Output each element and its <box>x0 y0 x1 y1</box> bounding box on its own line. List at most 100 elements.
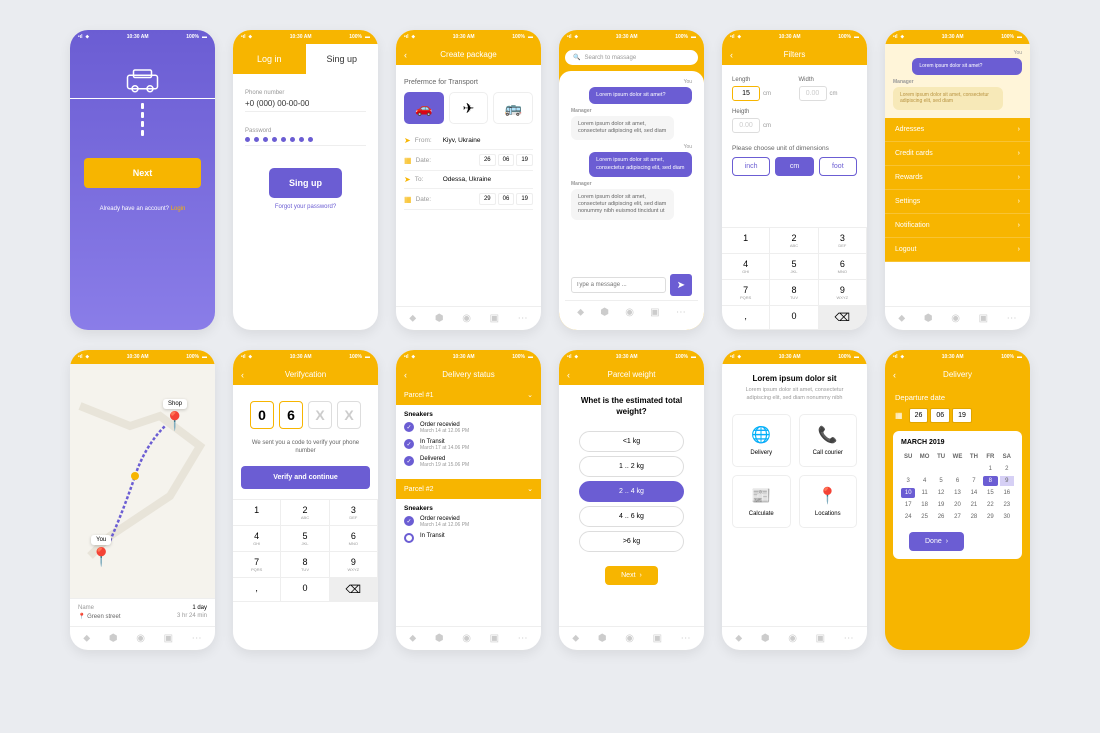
key-9[interactable]: 9WXYZ <box>330 552 378 578</box>
transport-label: Prefermce for Transport <box>404 79 533 86</box>
to-field[interactable]: ➤To:Odessa, Ukraine <box>404 171 533 189</box>
unit-foot[interactable]: foot <box>819 157 857 176</box>
send-button[interactable]: ➤ <box>670 274 692 296</box>
menu-item[interactable]: Rewards› <box>885 166 1030 190</box>
key-3[interactable]: 3DEF <box>330 500 378 526</box>
date-from-field[interactable]: ▦Date:260619 <box>404 150 533 171</box>
unit-inch[interactable]: inch <box>732 157 770 176</box>
key-0[interactable]: 0 <box>281 578 329 602</box>
key-7[interactable]: 7PQRS <box>722 280 770 306</box>
key-7[interactable]: 7PQRS <box>233 552 281 578</box>
action-calculate[interactable]: 📰Calculate <box>732 475 791 528</box>
route-info: Name📍 Green street 1 day3 hr 24 min <box>70 598 215 626</box>
header: ‹Verifycation <box>233 364 378 385</box>
signup-button[interactable]: Sing up <box>269 168 342 198</box>
phone-field[interactable]: Phone number +0 (000) 00-00-00 <box>245 90 366 112</box>
key-5[interactable]: 5JKL <box>281 526 329 552</box>
menu-item[interactable]: Logout› <box>885 238 1030 262</box>
unit-cm[interactable]: cm <box>775 157 813 176</box>
next-button[interactable]: Next <box>84 158 201 188</box>
key-8[interactable]: 8TUV <box>770 280 818 306</box>
height-input[interactable]: cm <box>732 118 857 133</box>
header: ‹Create package <box>396 44 541 65</box>
shop-label: Shop <box>163 399 187 409</box>
timeline-item: ✓Order receviedMarch 14 at 12.06 PM <box>404 516 533 528</box>
status-bar: •ıl⬥10:30 AM100%▬ <box>885 350 1030 364</box>
nav-more-icon[interactable]: ⋯ <box>518 313 528 324</box>
back-icon[interactable]: ‹ <box>404 370 407 380</box>
date-to-field[interactable]: ▦Date:290619 <box>404 189 533 210</box>
menu-item[interactable]: Settings› <box>885 190 1030 214</box>
key-6[interactable]: 6MNO <box>330 526 378 552</box>
transport-plane[interactable]: ✈ <box>449 92 489 124</box>
code-input[interactable]: 0 6 X X <box>233 401 378 429</box>
key-,[interactable]: , <box>233 578 281 602</box>
width-input[interactable]: cm <box>799 86 858 101</box>
key-0[interactable]: 0 <box>770 306 818 330</box>
length-input[interactable]: cm <box>732 86 791 101</box>
message-input[interactable] <box>571 277 666 293</box>
forgot-link[interactable]: Forgot your password? <box>241 204 370 210</box>
auth-tabs: Log in Sing up <box>233 44 378 74</box>
nav-bag-icon[interactable]: ⬢ <box>435 313 444 324</box>
parcel-header[interactable]: Parcel #1⌄ <box>396 385 541 405</box>
key-5[interactable]: 5JKL <box>770 254 818 280</box>
key-8[interactable]: 8TUV <box>281 552 329 578</box>
you-pin-icon: 📍 <box>90 547 112 568</box>
calendar[interactable]: MARCH 2019 SUMOTUWETHFRSA123456789101112… <box>893 431 1022 559</box>
chat-bubble: Lorem ipsum dolor sit amet, consectetur … <box>893 87 1003 110</box>
backspace-key[interactable]: ⌫ <box>330 578 378 602</box>
weight-option[interactable]: >6 kg <box>579 531 684 552</box>
weight-option[interactable]: <1 kg <box>579 431 684 452</box>
nav-car-icon[interactable]: ▣ <box>490 313 499 324</box>
key-2[interactable]: 2ABC <box>770 228 818 254</box>
weight-option[interactable]: 1 .. 2 kg <box>579 456 684 477</box>
action-call[interactable]: 📞Call courier <box>799 414 858 467</box>
key-9[interactable]: 9WXYZ <box>819 280 867 306</box>
key-,[interactable]: , <box>722 306 770 330</box>
key-4[interactable]: 4GHI <box>722 254 770 280</box>
transport-car[interactable]: 🚗 <box>404 92 444 124</box>
backspace-key[interactable]: ⌫ <box>819 306 867 330</box>
back-icon[interactable]: ‹ <box>893 370 896 380</box>
chat-bubble: Lorem ipsum dolor sit amet, consectetur … <box>589 152 692 176</box>
map[interactable]: Shop📍 You📍 <box>70 364 215 598</box>
from-field[interactable]: ➤From:Kiyv, Ukraine <box>404 132 533 150</box>
nav-user-icon[interactable]: ◉ <box>462 313 471 324</box>
action-delivery[interactable]: 🌐Delivery <box>732 414 791 467</box>
transport-options: 🚗 ✈ 🚌 <box>404 92 533 124</box>
sender-you: You <box>893 50 1022 56</box>
key-1[interactable]: 1 <box>722 228 770 254</box>
weight-option[interactable]: 2 .. 4 kg <box>579 481 684 502</box>
next-button[interactable]: Next› <box>605 566 658 585</box>
verify-button[interactable]: Verify and continue <box>241 466 370 489</box>
weight-option[interactable]: 4 .. 6 kg <box>579 506 684 527</box>
tab-signup[interactable]: Sing up <box>306 44 379 74</box>
back-icon[interactable]: ‹ <box>404 50 407 60</box>
menu-item[interactable]: Credit cards› <box>885 142 1030 166</box>
weight-question: Whet is the estimated total weight? <box>559 385 704 427</box>
login-link[interactable]: Already have an account? Login <box>70 206 215 212</box>
phone-icon: 📞 <box>818 425 838 445</box>
search-input[interactable]: 🔍Search to massage <box>565 50 698 65</box>
transport-bus[interactable]: 🚌 <box>493 92 533 124</box>
key-4[interactable]: 4GHI <box>233 526 281 552</box>
back-icon[interactable]: ‹ <box>241 370 244 380</box>
departure-date[interactable]: ▦260619 <box>895 408 1020 423</box>
parcel-header[interactable]: Parcel #2⌄ <box>396 479 541 499</box>
calendar-icon: ▦ <box>404 156 412 165</box>
menu-item[interactable]: Notification› <box>885 214 1030 238</box>
done-button[interactable]: Done› <box>909 532 964 551</box>
key-3[interactable]: 3DEF <box>819 228 867 254</box>
password-field[interactable]: Password <box>245 128 366 146</box>
nav-pin-icon[interactable]: ⬥ <box>409 313 416 324</box>
key-2[interactable]: 2ABC <box>281 500 329 526</box>
tab-login[interactable]: Log in <box>233 44 306 74</box>
check-icon: ✓ <box>404 422 414 432</box>
menu-item[interactable]: Adresses› <box>885 118 1030 142</box>
back-icon[interactable]: ‹ <box>567 370 570 380</box>
key-6[interactable]: 6MNO <box>819 254 867 280</box>
key-1[interactable]: 1 <box>233 500 281 526</box>
action-locations[interactable]: 📍Locations <box>799 475 858 528</box>
back-icon[interactable]: ‹ <box>730 50 733 60</box>
